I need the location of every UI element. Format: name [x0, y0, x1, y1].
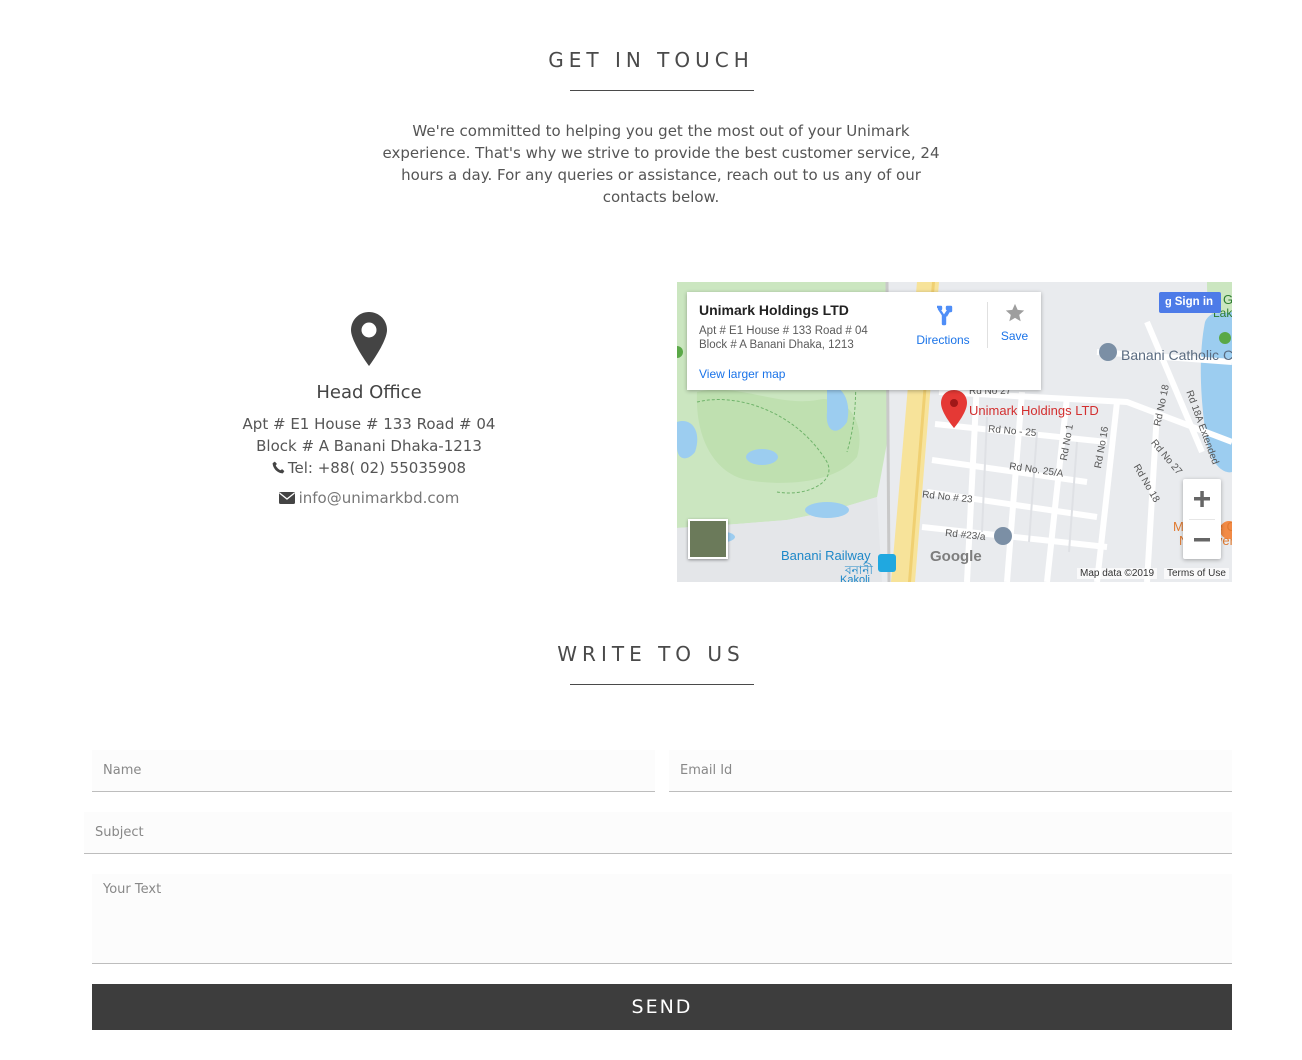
map-place-address-line1: Apt # E1 House # 133 Road # 04 — [699, 325, 868, 337]
phone-icon — [272, 461, 285, 474]
zoom-out-button[interactable] — [1183, 519, 1221, 559]
star-icon — [1005, 303, 1024, 322]
save-place-button[interactable]: Save — [987, 302, 1041, 348]
map-marker-label[interactable]: Unimark Holdings LTD — [969, 403, 1099, 418]
map-terms-link[interactable]: Terms of Use — [1164, 568, 1229, 579]
subject-input[interactable] — [84, 812, 1232, 854]
satellite-layer-toggle[interactable] — [688, 519, 728, 559]
form-title-underline — [570, 684, 754, 685]
office-phone-text: Tel: +88( 02) 55035908 — [287, 459, 467, 477]
form-title: WRITE TO US — [557, 642, 745, 666]
map-label-banani-catholic[interactable]: Banani Catholic Ch — [1121, 347, 1232, 363]
signin-label: Sign in — [1174, 296, 1214, 308]
envelope-icon — [278, 492, 295, 504]
send-button[interactable]: SEND — [92, 984, 1232, 1030]
name-input[interactable] — [92, 750, 655, 792]
google-logo: Google — [930, 548, 982, 565]
head-office-card: Head Office Apt # E1 House # 133 Road # … — [200, 312, 538, 507]
office-title: Head Office — [316, 382, 422, 403]
map-label-kakoli: Kakoli — [840, 574, 870, 582]
zoom-in-button[interactable] — [1183, 479, 1221, 519]
map-marker-icon — [351, 312, 387, 366]
map-place-address-line2: Block # A Banani Dhaka, 1213 — [699, 339, 854, 351]
email-input[interactable] — [669, 750, 1232, 792]
map-data-attribution: Map data ©2019 — [1077, 568, 1158, 579]
office-address-line1: Apt # E1 House # 133 Road # 04 — [242, 415, 496, 433]
map-label-gulshan: Gu — [1223, 292, 1232, 307]
office-phone: Tel: +88( 02) 55035908 — [200, 457, 538, 479]
office-address-line2: Block # A Banani Dhaka-1213 — [256, 437, 482, 455]
contact-title: GET IN TOUCH — [548, 48, 754, 72]
map-place-address: Apt # E1 House # 133 Road # 04 Block # A… — [699, 324, 889, 352]
title-underline — [570, 90, 754, 91]
message-textarea[interactable] — [92, 874, 1232, 964]
map-place-card: Unimark Holdings LTD Apt # E1 House # 13… — [687, 292, 1041, 390]
office-email-link[interactable]: info@unimarkbd.com — [299, 489, 460, 507]
contact-intro: We're committed to helping you get the m… — [382, 122, 940, 206]
office-email[interactable]: info@unimarkbd.com — [200, 489, 538, 507]
map-place-name: Unimark Holdings LTD — [699, 302, 849, 318]
google-map[interactable]: Unimark Holdings LTD Banani Catholic Ch … — [677, 282, 1232, 582]
directions-button[interactable]: Directions — [909, 304, 977, 347]
plus-icon — [1194, 491, 1210, 507]
view-larger-map-link[interactable]: View larger map — [699, 367, 785, 381]
google-g-icon: g — [1165, 296, 1172, 308]
save-label: Save — [1000, 329, 1029, 343]
directions-label: Directions — [916, 333, 970, 347]
map-signin-button[interactable]: g Sign in — [1159, 292, 1221, 313]
map-label-banani-railway[interactable]: Banani Railway — [781, 548, 871, 563]
directions-icon — [937, 305, 953, 326]
minus-icon — [1194, 538, 1210, 542]
map-zoom-controls — [1183, 479, 1221, 559]
